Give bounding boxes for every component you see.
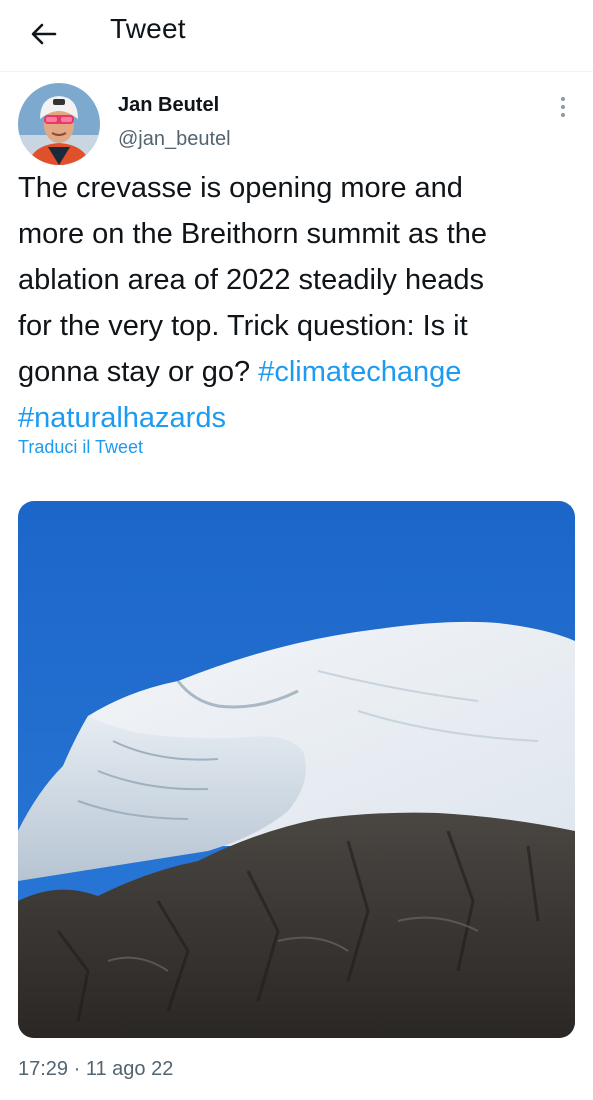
page-title: Tweet [110,13,186,44]
mountain-photo [18,501,575,1038]
avatar-image [18,83,100,165]
tweet-text-line: for the very top. Trick question: Is it [18,310,468,342]
author-name[interactable]: Jan Beutel [118,94,219,117]
vertical-dots-icon [561,97,565,117]
tweet-photo[interactable] [18,501,575,1038]
avatar[interactable] [18,83,100,165]
tweet-text-fragment: gonna stay or go? [18,356,259,388]
tweet-text-line: The crevasse is opening more and [18,172,463,204]
hashtag-link[interactable]: #naturalhazards [18,402,226,434]
tweet-timestamp: 17:29 · 11 ago 22 [18,1058,174,1080]
arrow-left-icon [31,23,57,45]
tweet-text-line: gonna stay or go? #climatechange [18,349,578,395]
tweet-text: The crevasse is opening more and more on… [18,165,578,441]
author-handle[interactable]: @jan_beutel [118,128,231,151]
tweet-text-line: ablation area of 2022 steadily heads [18,264,484,296]
tweet-text-line: more on the Breithorn summit as the [18,218,488,250]
tweet-text-line: #naturalhazards [18,395,578,441]
hashtag-link[interactable]: #climatechange [258,356,461,388]
back-button[interactable] [24,14,64,54]
translate-tweet-link[interactable]: Traduci il Tweet [18,437,143,458]
top-bar: Tweet [0,0,593,72]
more-options-button[interactable] [548,92,578,122]
